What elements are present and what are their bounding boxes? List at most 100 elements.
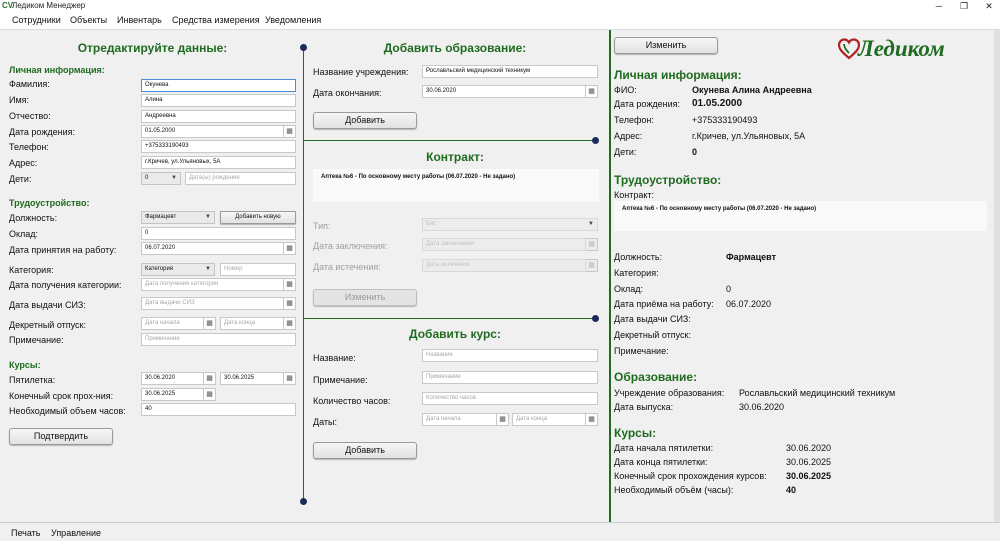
close-icon[interactable]: ✕ — [980, 0, 998, 12]
card-birth-value: 01.05.2000 — [692, 98, 743, 109]
calendar-icon[interactable]: ▦ — [586, 259, 598, 272]
course-note-input[interactable]: Примечание — [422, 371, 598, 384]
personal-info-title: Личная информация: — [9, 65, 105, 75]
confirm-button[interactable]: Подтвердить — [9, 428, 113, 445]
calendar-icon[interactable]: ▦ — [284, 125, 296, 138]
maternity-start-input[interactable]: Дата начала — [141, 317, 204, 330]
category-date-input[interactable]: Дата получения категории — [141, 278, 284, 291]
menu-measuring[interactable]: Средства измерения — [172, 15, 260, 25]
maximize-icon[interactable]: ❐ — [955, 0, 973, 12]
hire-input[interactable]: 06.07.2020 — [141, 242, 284, 255]
five-year-start-input[interactable]: 30.06.2020 — [141, 372, 204, 385]
course-name-label: Название: — [313, 353, 356, 363]
deadline-input[interactable]: 30.06.2025 — [141, 388, 204, 401]
calendar-icon[interactable]: ▦ — [204, 372, 216, 385]
patronymic-input[interactable]: Андреевна — [141, 110, 296, 123]
contract-row[interactable]: Аптека №6 - По основному месту работы (0… — [321, 174, 515, 180]
card-education-title: Образование: — [614, 370, 698, 384]
address-label: Адрес: — [9, 158, 38, 168]
course-name-input[interactable]: Название — [422, 349, 598, 362]
contract-type-value: Бес — [426, 221, 437, 227]
maternity-end-input[interactable]: Дата конца — [220, 317, 284, 330]
name-label: Имя: — [9, 95, 30, 105]
menu-employees[interactable]: Сотрудники — [12, 15, 61, 25]
card-five-end-label: Дата конца пятилетки: — [614, 457, 708, 467]
card-maternity-label: Декретный отпуск: — [614, 330, 691, 340]
calendar-icon[interactable]: ▦ — [284, 317, 296, 330]
chevron-down-icon: ▼ — [588, 221, 594, 227]
contract-type-label: Тип: — [313, 221, 331, 231]
card-graduation-label: Дата выпуска: — [614, 402, 674, 412]
birth-input[interactable]: 01.05.2000 — [141, 125, 284, 138]
add-education-button[interactable]: Добавить — [313, 112, 417, 129]
card-contract-list[interactable]: Аптека №6 - По основному месту работы (0… — [614, 201, 987, 231]
course-end-input[interactable]: Дата конца — [512, 413, 586, 426]
position-value: Фармацевт — [145, 214, 177, 220]
menu-inventory[interactable]: Инвентарь — [117, 15, 162, 25]
minimize-icon[interactable]: ─ — [930, 0, 948, 12]
menu-notifications[interactable]: Уведомления — [265, 15, 321, 25]
employment-title: Трудоустройство: — [9, 198, 90, 208]
calendar-icon[interactable]: ▦ — [204, 388, 216, 401]
add-position-button[interactable]: Добавить новую — [220, 211, 296, 224]
phone-input[interactable]: +375333190493 — [141, 140, 296, 153]
card-note-label: Примечание: — [614, 346, 669, 356]
surname-input[interactable]: Окунева — [141, 79, 296, 92]
heart-icon — [838, 38, 860, 60]
note-input[interactable]: Примечание — [141, 333, 296, 346]
calendar-icon[interactable]: ▦ — [284, 372, 296, 385]
expiry-date-input[interactable]: Дата истечения — [422, 259, 586, 272]
children-combo[interactable]: 0 ▼ — [141, 172, 181, 185]
rate-input[interactable]: 0 — [141, 227, 296, 240]
course-start-input[interactable]: Дата начала — [422, 413, 497, 426]
print-menu[interactable]: Печать — [11, 528, 40, 538]
note-label: Примечание: — [9, 335, 64, 345]
divider-dot — [592, 315, 599, 322]
course-hours-label: Количество часов: — [313, 396, 391, 406]
calendar-icon[interactable]: ▦ — [497, 413, 509, 426]
contract-type-combo[interactable]: Бес ▼ — [422, 218, 598, 231]
card-position-label: Должность: — [614, 252, 663, 262]
card-deadline-value: 30.06.2025 — [786, 471, 832, 481]
calendar-icon[interactable]: ▦ — [284, 297, 296, 310]
five-year-end-input[interactable]: 30.06.2025 — [220, 372, 284, 385]
conclusion-date-input[interactable]: Дата заключения — [422, 238, 586, 251]
card-contract-row[interactable]: Аптека №6 - По основному месту работы (0… — [622, 206, 816, 212]
calendar-icon[interactable]: ▦ — [586, 85, 598, 98]
category-number-input[interactable]: Номер — [220, 263, 296, 276]
add-course-button[interactable]: Добавить — [313, 442, 417, 459]
scrollbar[interactable] — [994, 30, 1000, 522]
card-siz-label: Дата выдачи СИЗ: — [614, 314, 691, 324]
add-education-title: Добавить образование: — [383, 41, 527, 55]
menu-bar: Сотрудники Объекты Инвентарь Средства из… — [0, 12, 1000, 30]
course-dates-label: Даты: — [313, 417, 337, 427]
institution-input[interactable]: Рославльский медицинский техникум — [422, 65, 598, 78]
course-hours-input[interactable]: Количество часов — [422, 392, 598, 405]
contract-list[interactable]: Аптека №6 - По основному месту работы (0… — [313, 169, 599, 202]
surname-label: Фамилия: — [9, 79, 50, 89]
manage-menu[interactable]: Управление — [51, 528, 101, 538]
calendar-icon[interactable]: ▦ — [204, 317, 216, 330]
menu-objects[interactable]: Объекты — [70, 15, 107, 25]
vertical-divider — [303, 47, 304, 504]
category-label: Категория: — [9, 265, 54, 275]
hours-input[interactable]: 40 — [141, 403, 296, 416]
position-combo[interactable]: Фармацевт ▼ — [141, 211, 215, 224]
address-input[interactable]: г.Кричев, ул.Ульяновых, 5А — [141, 156, 296, 169]
calendar-icon[interactable]: ▦ — [284, 278, 296, 291]
change-employee-button[interactable]: Изменить — [614, 37, 718, 54]
card-address-label: Адрес: — [614, 131, 643, 141]
calendar-icon[interactable]: ▦ — [586, 238, 598, 251]
calendar-icon[interactable]: ▦ — [284, 242, 296, 255]
name-input[interactable]: Алина — [141, 94, 296, 107]
category-combo[interactable]: Категория ▼ — [141, 263, 215, 276]
card-deadline-label: Конечный срок прохождения курсов: — [614, 471, 767, 481]
graduation-date-input[interactable]: 30.06.2020 — [422, 85, 586, 98]
siz-input[interactable]: Дата выдачи СИЗ — [141, 297, 284, 310]
institution-label: Название учреждения: — [313, 67, 409, 77]
calendar-icon[interactable]: ▦ — [586, 413, 598, 426]
children-birth-input[interactable]: Дата(ы) рождения — [185, 172, 296, 185]
divider-dot — [592, 137, 599, 144]
change-contract-button[interactable]: Изменить — [313, 289, 417, 306]
card-five-start-label: Дата начала пятилетки: — [614, 443, 714, 453]
